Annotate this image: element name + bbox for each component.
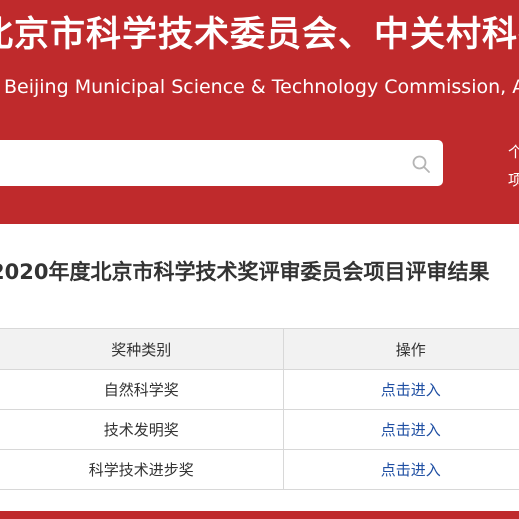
action-cell: 点击进入 bbox=[283, 369, 519, 410]
table-row: 技术发明奖 点击进入 bbox=[0, 409, 519, 450]
award-category-cell: 自然科学奖 bbox=[0, 369, 285, 410]
awards-table: 奖种类别 操作 自然科学奖 点击进入 技术发明奖 点击进入 科学技术进步奖 点击… bbox=[0, 328, 519, 490]
page-title: 2020年度北京市科学技术奖评审委员会项目评审结果 bbox=[0, 260, 490, 284]
site-title-en: Beijing Municipal Science & Technology C… bbox=[4, 76, 519, 98]
search-box bbox=[0, 140, 443, 188]
table-row: 自然科学奖 点击进入 bbox=[0, 369, 519, 410]
site-title-cn: 北京市科学技术委员会、中关村科技园区管理委员会 bbox=[0, 15, 519, 55]
enter-link-technical-invention[interactable]: 点击进入 bbox=[381, 421, 441, 439]
side-link-1[interactable]: 个 bbox=[508, 138, 519, 166]
table-row: 科学技术进步奖 点击进入 bbox=[0, 449, 519, 490]
footer-bar bbox=[0, 511, 519, 519]
enter-link-natural-science[interactable]: 点击进入 bbox=[381, 381, 441, 399]
side-link-2[interactable]: 项 bbox=[508, 166, 519, 194]
table-header-row: 奖种类别 操作 bbox=[0, 328, 519, 370]
site-header: 北京市科学技术委员会、中关村科技园区管理委员会 Beijing Municipa… bbox=[0, 0, 519, 224]
action-cell: 点击进入 bbox=[283, 449, 519, 490]
award-category-cell: 科学技术进步奖 bbox=[0, 449, 285, 490]
enter-link-sci-tech-progress[interactable]: 点击进入 bbox=[381, 461, 441, 479]
column-header-category: 奖种类别 bbox=[0, 328, 285, 370]
search-input[interactable] bbox=[6, 140, 390, 188]
action-cell: 点击进入 bbox=[283, 409, 519, 450]
search-icon[interactable] bbox=[411, 154, 431, 174]
award-category-cell: 技术发明奖 bbox=[0, 409, 285, 450]
column-header-action: 操作 bbox=[283, 328, 519, 370]
side-links: 个 项 bbox=[508, 138, 519, 194]
